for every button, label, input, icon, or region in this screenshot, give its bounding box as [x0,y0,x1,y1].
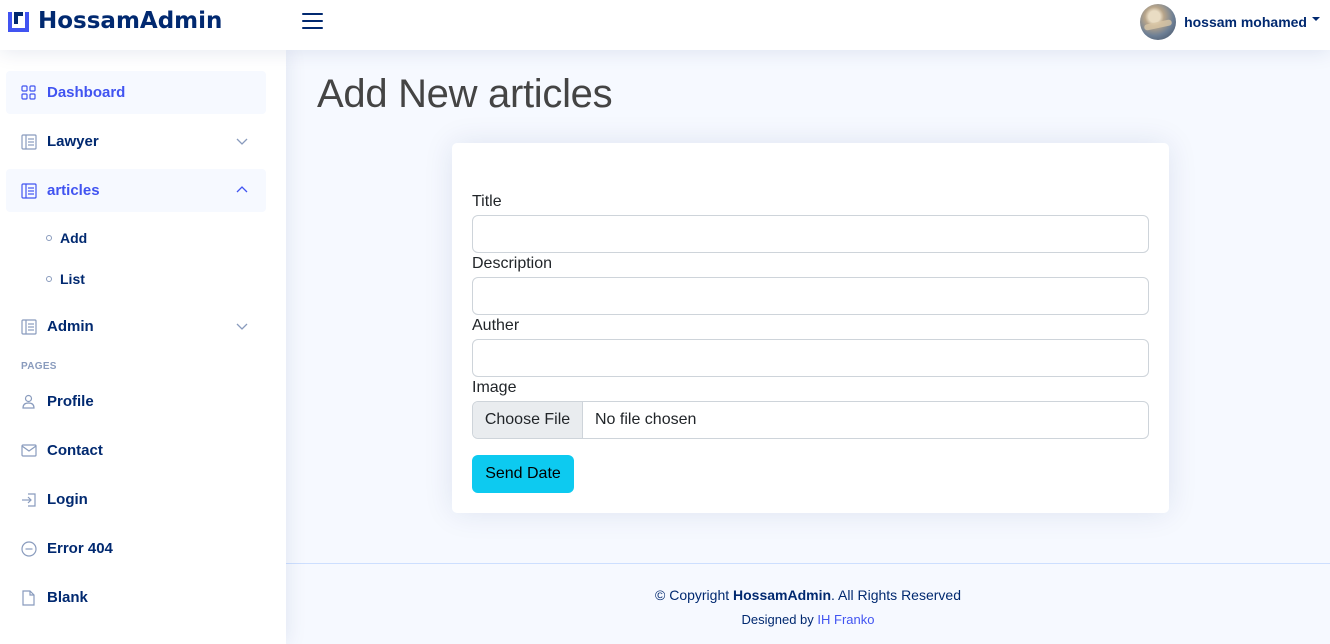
copyright-suffix: . All Rights Reserved [831,587,961,603]
sidebar-item-label: Dashboard [47,84,126,101]
person-icon [20,393,37,410]
auther-input[interactable] [472,339,1149,377]
sidebar-item-label: Contact [47,442,103,459]
box-arrow-in-icon [20,491,37,508]
sidebar-subitem-add[interactable]: Add [46,228,87,248]
sidebar-item-articles[interactable]: articles [6,169,266,212]
top-header: HossamAdmin hossam mohamed [0,0,1330,50]
title-input[interactable] [472,215,1149,253]
sidebar: Dashboard Lawyer articles Add List Admin… [0,50,286,644]
chevron-down-icon [236,323,248,330]
sidebar-item-admin[interactable]: Admin [6,305,266,348]
image-label: Image [472,379,517,396]
file-icon [20,589,37,606]
image-file-input[interactable]: Choose File No file chosen [472,401,1149,439]
sidebar-item-profile[interactable]: Profile [6,380,266,423]
circle-icon [46,276,52,282]
send-button[interactable]: Send Date [472,455,574,493]
circle-icon [46,235,52,241]
chevron-down-icon [236,138,248,145]
page-title: Add New articles [317,72,613,116]
sidebar-item-label: Lawyer [47,133,99,150]
brand-logo[interactable]: HossamAdmin [6,7,222,35]
sidebar-item-label: Profile [47,393,94,410]
sidebar-item-error-404[interactable]: Error 404 [6,527,266,570]
credits-text: Designed by IH Franko [286,612,1330,627]
sidebar-item-label: articles [47,182,100,199]
caret-down-icon [1312,17,1320,21]
avatar [1140,4,1177,40]
sidebar-item-lawyer[interactable]: Lawyer [6,120,266,163]
sidebar-item-login[interactable]: Login [6,478,266,521]
profile-dropdown[interactable]: hossam mohamed [1140,4,1320,40]
sidebar-subitem-list[interactable]: List [46,269,85,289]
sidebar-item-label: Blank [47,589,88,606]
brand-name: HossamAdmin [38,8,223,34]
copyright-brand: HossamAdmin [733,587,832,603]
sidebar-item-label: Error 404 [47,540,113,557]
chevron-up-icon [236,186,248,193]
auther-label: Auther [472,317,520,334]
sidebar-item-dashboard[interactable]: Dashboard [6,71,266,114]
layout-text-icon [20,318,37,335]
sidebar-toggle-icon[interactable] [300,9,324,33]
description-input[interactable] [472,277,1149,315]
copyright-prefix: © Copyright [655,587,734,603]
file-status: No file chosen [595,411,697,428]
designer-link[interactable]: IH Franko [817,612,874,627]
article-form-card: Title Description Auther Image Choose Fi… [452,143,1169,513]
title-label: Title [472,193,502,210]
dash-circle-icon [20,540,37,557]
profile-name: hossam mohamed [1184,14,1307,30]
sidebar-heading-pages: Pages [21,361,57,372]
sidebar-item-label: Admin [47,318,94,335]
copyright-text: © Copyright HossamAdmin. All Rights Rese… [286,587,1330,603]
envelope-icon [20,442,37,459]
logo-icon [8,11,29,32]
sidebar-subitem-label: Add [60,230,88,246]
choose-file-button[interactable]: Choose File [473,402,583,438]
designed-by-label: Designed by [741,612,818,627]
layout-text-icon [20,182,37,199]
description-label: Description [472,255,553,272]
sidebar-item-label: Login [47,491,88,508]
layout-text-icon [20,133,37,150]
sidebar-item-contact[interactable]: Contact [6,429,266,472]
sidebar-subitem-label: List [60,271,85,287]
sidebar-item-blank[interactable]: Blank [6,576,266,619]
footer: © Copyright HossamAdmin. All Rights Rese… [286,563,1330,644]
grid-icon [20,84,37,101]
